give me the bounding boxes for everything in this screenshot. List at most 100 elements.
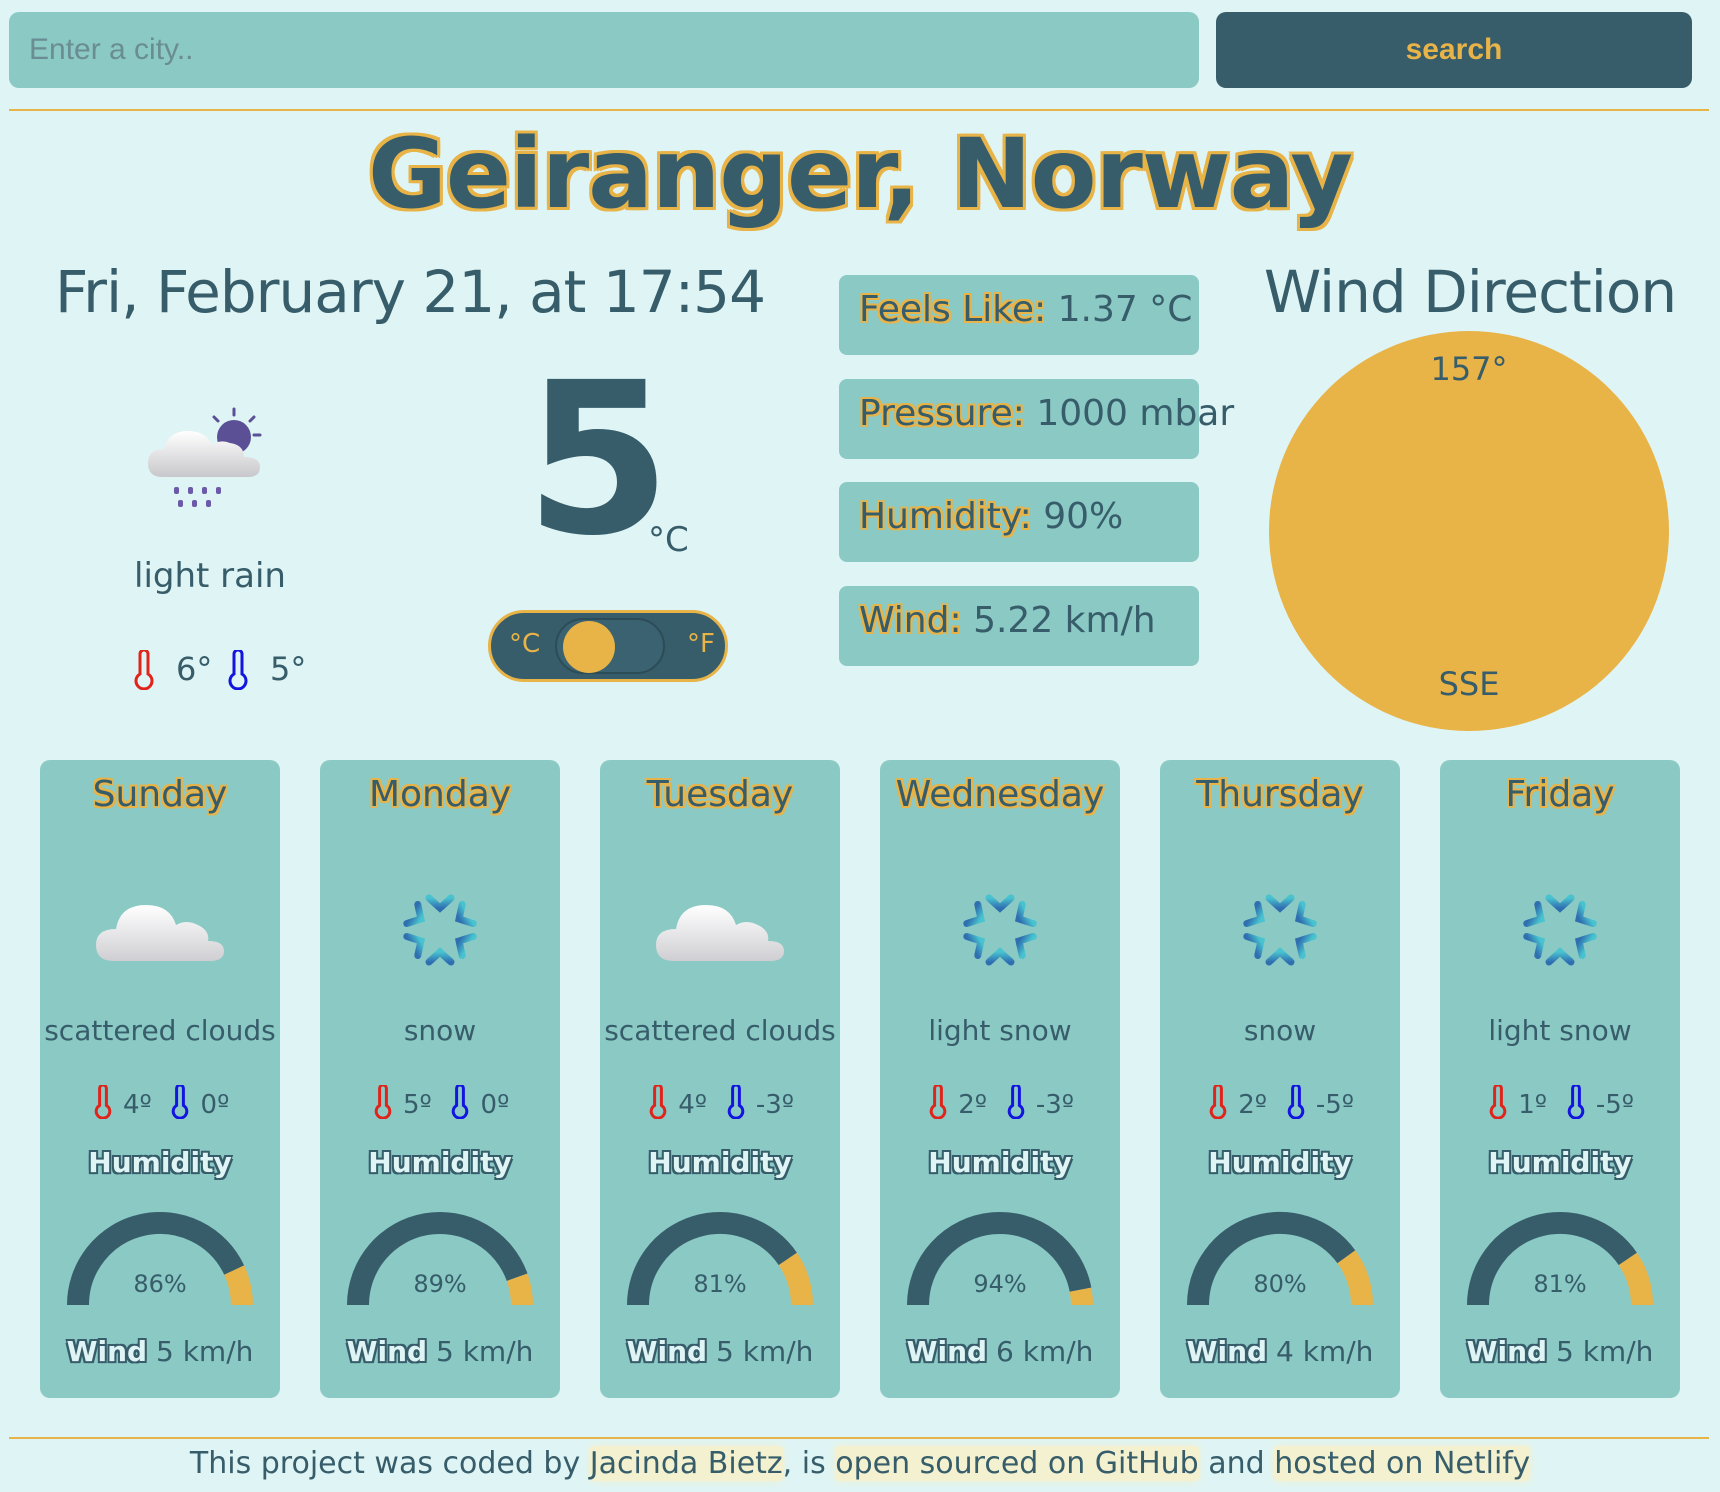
forecast-humidity-value: 81%: [1533, 1270, 1587, 1298]
toggle-fahrenheit-label: °F: [687, 629, 715, 659]
thermometer-cold-icon: [1007, 1083, 1024, 1120]
footer-mid1: , is: [782, 1446, 836, 1481]
github-link[interactable]: open sourced on GitHub: [835, 1446, 1199, 1481]
unit-toggle[interactable]: °C °F: [488, 610, 728, 682]
forecast-wind-label: Wind: [1186, 1335, 1268, 1368]
snowflake-icon: [401, 886, 479, 974]
author-link[interactable]: Jacinda Bietz: [589, 1446, 783, 1481]
cloud-icon: [656, 905, 784, 961]
feels-like-value: 1.37 °C: [1057, 289, 1193, 330]
forecast-wind-label: Wind: [66, 1335, 148, 1368]
forecast-humidity-label: Humidity: [88, 1146, 232, 1179]
thermometer-hot-icon: [1209, 1083, 1227, 1120]
forecast-description: light snow: [928, 1014, 1072, 1047]
thermometer-cold-icon: [452, 1083, 469, 1120]
wind-label: Wind:: [859, 600, 962, 641]
search-input[interactable]: [9, 12, 1199, 88]
forecast-day-name: Thursday: [1196, 774, 1364, 815]
forecast-min-temp: -3º: [1035, 1090, 1075, 1120]
forecast-wind-value: 5 km/h: [435, 1335, 534, 1368]
forecast-description: snow: [403, 1014, 477, 1047]
humidity-gauge: [67, 1212, 253, 1306]
temperature-unit: °C: [648, 520, 689, 560]
thermometer-hot-icon: [94, 1083, 111, 1120]
forecast-humidity-value: 80%: [1253, 1270, 1307, 1298]
footer-divider: [9, 1437, 1709, 1439]
forecast-wind-value: 5 km/h: [155, 1335, 254, 1368]
forecast-temps: 4º 0º: [40, 1083, 280, 1120]
forecast-card: Friday light snow 1º -5º Humidity 81% Wi…: [1440, 760, 1680, 1398]
forecast-humidity-value: 94%: [973, 1270, 1027, 1298]
forecast-max-temp: 1º: [1518, 1090, 1548, 1120]
city-title: Geiranger, Norway: [368, 118, 1353, 230]
thermometer-hot-icon: [374, 1083, 391, 1120]
forecast-humidity-value: 86%: [133, 1270, 187, 1298]
thermometer-hot-icon: [1489, 1083, 1507, 1120]
forecast-max-temp: 2º: [1238, 1090, 1268, 1120]
forecast-wind-value: 5 km/h: [715, 1335, 814, 1368]
forecast-humidity-label: Humidity: [1488, 1146, 1632, 1179]
forecast-day-name: Sunday: [92, 774, 228, 815]
forecast-wind: Wind 5 km/h: [1440, 1335, 1680, 1368]
forecast-card: Tuesday scattered clouds 4º -3º Humidity…: [600, 760, 840, 1398]
forecast-day-name: Friday: [1505, 774, 1615, 815]
forecast-card: Thursday snow 2º -5º Humidity 80% Wind 4…: [1160, 760, 1400, 1398]
current-description: light rain: [134, 556, 286, 596]
forecast-description: scattered clouds: [604, 1014, 836, 1047]
forecast-temps: 2º -5º: [1160, 1083, 1400, 1120]
forecast-temps: 1º -5º: [1440, 1083, 1680, 1120]
humidity-gauge: [1467, 1212, 1653, 1306]
toggle-knob[interactable]: [563, 621, 615, 673]
forecast-humidity-label: Humidity: [1208, 1146, 1352, 1179]
forecast-card: Sunday scattered clouds 4º 0º Humidity 8…: [40, 760, 280, 1398]
snowflake-icon: [1521, 886, 1599, 974]
humidity-label: Humidity:: [859, 496, 1032, 537]
forecast-wind-value: 6 km/h: [995, 1335, 1094, 1368]
cloud-icon: [96, 905, 224, 961]
forecast-description: snow: [1243, 1014, 1317, 1047]
search-button[interactable]: search: [1216, 12, 1692, 88]
forecast-card: Monday snow 5º 0º Humidity 89% Wind 5 km…: [320, 760, 560, 1398]
thermometer-cold-icon: [1287, 1083, 1304, 1120]
wind-direction-title: Wind Direction: [1263, 258, 1677, 326]
forecast-description: light snow: [1488, 1014, 1632, 1047]
forecast-max-temp: 5º: [402, 1090, 432, 1120]
forecast-description: scattered clouds: [44, 1014, 276, 1047]
forecast-wind-value: 4 km/h: [1275, 1335, 1374, 1368]
current-temperature: 5: [525, 337, 671, 582]
current-max-temp: 6°: [176, 650, 213, 688]
forecast-temps: 5º 0º: [320, 1083, 560, 1120]
thermometer-cold-icon: [727, 1083, 744, 1120]
forecast-min-temp: 0º: [200, 1090, 230, 1120]
humidity-value: 90%: [1043, 496, 1124, 537]
forecast-wind-value: 5 km/h: [1555, 1335, 1654, 1368]
forecast-wind: Wind 5 km/h: [40, 1335, 280, 1368]
forecast-humidity-value: 81%: [693, 1270, 747, 1298]
forecast-min-temp: -5º: [1595, 1090, 1635, 1120]
wind-box: Wind: 5.22 km/h: [839, 586, 1199, 666]
wind-compass: 157° SSE: [1269, 331, 1669, 731]
thermometer-hot-icon: [929, 1083, 947, 1120]
netlify-link[interactable]: hosted on Netlify: [1274, 1446, 1531, 1481]
wind-value: 5.22 km/h: [973, 600, 1156, 641]
cloud-rain-sun-icon: [148, 407, 262, 507]
footer-mid2: and: [1198, 1446, 1275, 1481]
forecast-day-name: Monday: [368, 774, 512, 815]
wind-degrees: 157°: [1430, 350, 1507, 388]
humidity-gauge: [347, 1212, 533, 1306]
forecast-min-temp: 0º: [480, 1090, 510, 1120]
forecast-wind: Wind 6 km/h: [880, 1335, 1120, 1368]
forecast-day-name: Tuesday: [646, 774, 794, 815]
forecast-temps: 4º -3º: [600, 1083, 840, 1120]
forecast-wind-label: Wind: [346, 1335, 428, 1368]
forecast-day-name: Wednesday: [895, 774, 1105, 815]
forecast-humidity-label: Humidity: [648, 1146, 792, 1179]
humidity-gauge: [627, 1212, 813, 1306]
thermometer-hot-icon: [134, 650, 154, 690]
snowflake-icon: [961, 886, 1039, 974]
forecast-max-temp: 2º: [958, 1090, 988, 1120]
current-min-temp: 5°: [270, 650, 307, 688]
forecast-humidity-label: Humidity: [928, 1146, 1072, 1179]
forecast-wind-label: Wind: [626, 1335, 708, 1368]
forecast-max-temp: 4º: [122, 1090, 152, 1120]
